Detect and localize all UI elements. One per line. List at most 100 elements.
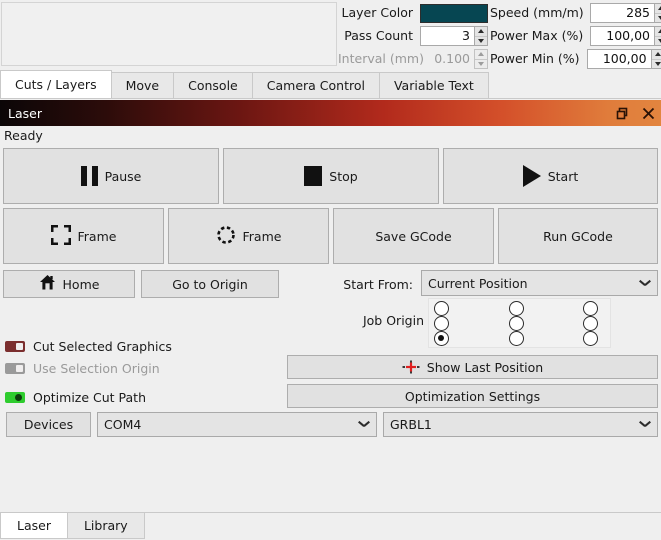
show-last-position-button[interactable]: Show Last Position	[287, 355, 658, 379]
cut-list-area[interactable]	[1, 2, 337, 66]
job-origin-label: Job Origin	[362, 313, 424, 328]
pass-count-spin-up[interactable]	[475, 27, 487, 37]
job-origin-radio-top-right[interactable]	[583, 301, 598, 316]
power-max-spin-buttons[interactable]	[654, 26, 661, 46]
power-max-spin-down[interactable]	[655, 37, 661, 46]
chevron-down-icon	[640, 422, 650, 427]
cut-selected-graphics-label: Cut Selected Graphics	[33, 338, 172, 354]
com-port-dropdown[interactable]: COM4	[97, 412, 377, 437]
tab-cuts-layers[interactable]: Cuts / Layers	[0, 70, 112, 98]
use-selection-origin-toggle	[5, 362, 25, 374]
stop-icon	[304, 166, 323, 186]
devices-button-label: Devices	[23, 417, 74, 432]
speed-input[interactable]: 285	[590, 3, 654, 23]
power-min-row: Power Min (%) 100,00	[490, 48, 661, 70]
speed-spin-up[interactable]	[655, 4, 661, 14]
frame-circle-label: Frame	[242, 228, 282, 244]
job-origin-radio-middle-left[interactable]	[434, 316, 449, 331]
run-gcode-button[interactable]: Run GCode	[498, 208, 658, 264]
power-max-spin-up[interactable]	[655, 27, 661, 37]
power-max-input[interactable]: 100,00	[590, 26, 654, 46]
go-to-origin-button[interactable]: Go to Origin	[141, 270, 279, 298]
use-selection-origin-toggle-row: Use Selection Origin	[5, 359, 160, 377]
job-origin-radio-top-center[interactable]	[509, 301, 524, 316]
chevron-down-icon	[359, 422, 369, 427]
bottom-tab-bar: Laser Library	[0, 512, 661, 540]
save-gcode-button[interactable]: Save GCode	[333, 208, 494, 264]
close-icon[interactable]	[635, 100, 661, 126]
laser-panel-titlebar: Laser	[0, 100, 661, 126]
power-max-row: Power Max (%) 100,00	[490, 25, 661, 47]
frame-square-icon	[50, 224, 72, 248]
job-origin-radio-middle-right[interactable]	[583, 316, 598, 331]
power-min-spin-up[interactable]	[651, 50, 661, 60]
start-button-label: Start	[547, 168, 579, 184]
job-origin-radio-top-left[interactable]	[434, 301, 449, 316]
power-max-label: Power Max (%)	[490, 28, 584, 43]
pass-count-input[interactable]: 3	[420, 26, 474, 46]
job-origin-radio-bottom-center[interactable]	[509, 331, 524, 346]
float-restore-icon[interactable]	[609, 100, 635, 126]
job-origin-radio-bottom-left[interactable]	[434, 331, 449, 346]
start-button[interactable]: Start	[443, 148, 658, 204]
layer-color-row: Layer Color	[338, 2, 490, 24]
speed-spin-down[interactable]	[655, 14, 661, 23]
tab-console[interactable]: Console	[173, 72, 253, 98]
layer-color-swatch[interactable]	[420, 3, 488, 23]
devices-button[interactable]: Devices	[6, 412, 91, 437]
main-tab-bar: Cuts / Layers Move Console Camera Contro…	[0, 70, 661, 99]
tab-move[interactable]: Move	[110, 72, 175, 98]
speed-spinner[interactable]: 285	[590, 3, 661, 23]
cut-selected-graphics-toggle-row[interactable]: Cut Selected Graphics	[5, 337, 172, 355]
com-port-value: COM4	[104, 417, 142, 432]
frame-circle-icon	[216, 225, 236, 248]
pause-button[interactable]: Pause	[3, 148, 219, 204]
play-icon	[522, 165, 541, 187]
stop-button-label: Stop	[329, 168, 358, 184]
cut-settings-panel: Layer Color Speed (mm/m) 285 Pass Count …	[0, 0, 661, 70]
laser-panel-title: Laser	[8, 105, 42, 121]
power-min-spin-buttons[interactable]	[650, 49, 661, 69]
optimize-cut-path-toggle-row[interactable]: Optimize Cut Path	[5, 388, 146, 406]
run-gcode-label: Run GCode	[543, 228, 613, 244]
start-from-value: Current Position	[428, 275, 528, 291]
optimization-settings-button[interactable]: Optimization Settings	[287, 384, 658, 408]
power-min-spinner[interactable]: 100,00	[586, 49, 661, 69]
stop-button[interactable]: Stop	[223, 148, 439, 204]
job-origin-radio-bottom-right[interactable]	[583, 331, 598, 346]
power-min-input[interactable]: 100,00	[586, 49, 651, 69]
pass-count-spin-buttons[interactable]	[474, 26, 488, 46]
empty-panel-area	[0, 440, 661, 512]
job-origin-grid[interactable]	[428, 298, 611, 348]
chevron-down-icon	[640, 281, 650, 286]
job-origin-radio-middle-center[interactable]	[509, 316, 524, 331]
interval-spin-down	[475, 60, 487, 69]
crosshair-icon	[402, 360, 420, 374]
optimization-settings-label: Optimization Settings	[404, 388, 541, 404]
bottom-tab-laser[interactable]: Laser	[0, 513, 68, 539]
laser-status-row: Ready	[0, 126, 661, 145]
tab-camera-control[interactable]: Camera Control	[251, 72, 380, 98]
bottom-tab-library[interactable]: Library	[66, 513, 145, 539]
pass-count-row: Pass Count 3	[338, 25, 490, 47]
interval-spin-buttons	[474, 49, 488, 69]
speed-label: Speed (mm/m)	[490, 5, 584, 20]
device-profile-dropdown[interactable]: GRBL1	[383, 412, 658, 437]
speed-spin-buttons[interactable]	[654, 3, 661, 23]
home-button[interactable]: Home	[3, 270, 135, 298]
power-min-label: Power Min (%)	[490, 51, 580, 66]
optimize-cut-path-toggle[interactable]	[5, 391, 25, 403]
power-max-spinner[interactable]: 100,00	[590, 26, 661, 46]
triangle-up-icon	[478, 29, 484, 34]
interval-spin-up	[475, 50, 487, 60]
start-from-dropdown[interactable]: Current Position	[421, 270, 658, 296]
cut-selected-graphics-toggle[interactable]	[5, 340, 25, 352]
frame-square-button[interactable]: Frame	[3, 208, 164, 264]
laser-status-text: Ready	[4, 128, 43, 143]
pass-count-spinner[interactable]: 3	[420, 26, 488, 46]
tab-variable-text[interactable]: Variable Text	[378, 72, 489, 98]
power-min-spin-down[interactable]	[652, 60, 661, 69]
frame-circle-button[interactable]: Frame	[168, 208, 329, 264]
triangle-down-icon	[478, 38, 484, 43]
pass-count-spin-down[interactable]	[475, 37, 487, 46]
